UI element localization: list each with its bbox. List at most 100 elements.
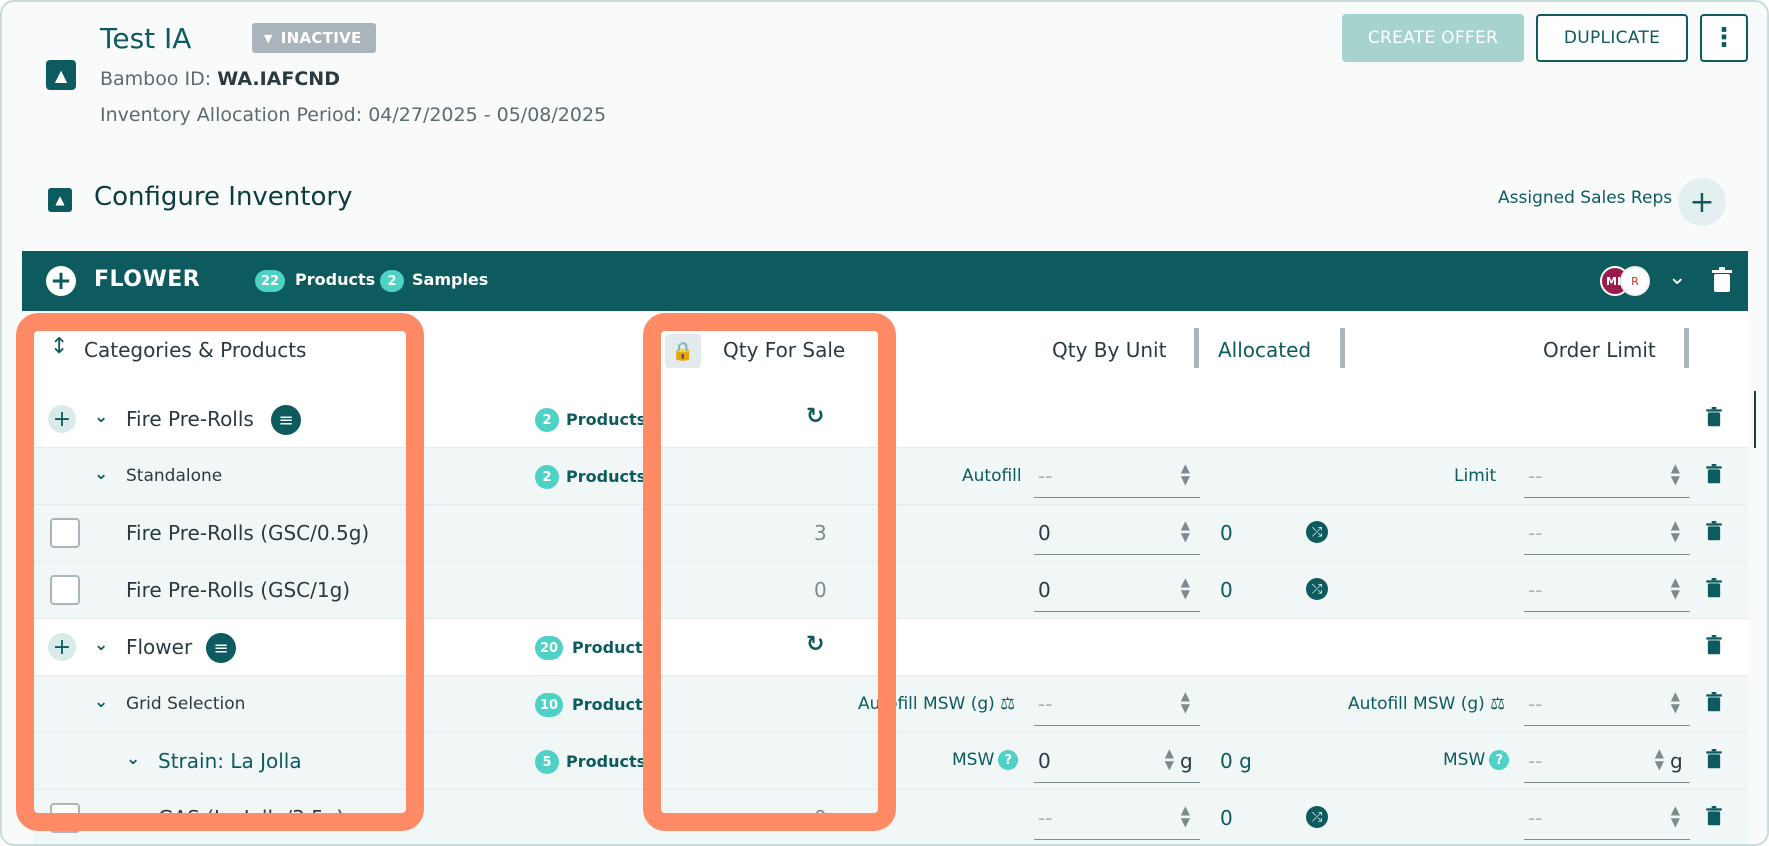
kebab-menu-icon: ⋮	[1710, 23, 1738, 53]
list-icon[interactable]: ≡	[271, 405, 301, 435]
product-row: GAS (La Jolla/3.5g) 0 -- ▲ ▼ 0 ⤮ -- ▲ ▼	[34, 790, 1748, 844]
category-bar-flower: + FLOWER 22 Products 2 Samples ML R ⌄	[22, 251, 1748, 311]
add-product-plus-icon[interactable]: +	[46, 266, 76, 296]
autofill-msw-value: --	[1038, 692, 1053, 716]
order-limit-input[interactable]: -- ▲ ▼	[1524, 568, 1690, 612]
qty-for-sale-value: 3	[814, 521, 827, 545]
qty-for-sale-value: 0	[814, 806, 827, 830]
inventory-box-icon: ▲	[46, 60, 76, 90]
row-bracket	[1754, 391, 1756, 448]
chevron-down-icon[interactable]: ⌄	[126, 749, 140, 769]
stepper-icon[interactable]: ▲ ▼	[1181, 462, 1190, 486]
msw-input[interactable]: 0 ▲ ▼	[1034, 739, 1200, 783]
stepper-icon[interactable]: ▲ ▼	[1181, 690, 1190, 714]
lock-icon[interactable]: 🔒	[665, 334, 701, 368]
avatar[interactable]: R	[1620, 266, 1650, 296]
column-divider	[1684, 328, 1689, 368]
help-icon[interactable]: ?	[1489, 750, 1510, 770]
product-count-pill: 2	[535, 465, 559, 489]
product-checkbox[interactable]	[50, 575, 80, 605]
stepper-icon[interactable]: ▲ ▼	[1181, 804, 1190, 828]
chevron-down-icon[interactable]: ⌄	[94, 464, 108, 484]
product-row: Fire Pre-Rolls (GSC/0.5g) 3 0 ▲ ▼ 0 ⤮ -- ▲ ▼	[34, 505, 1748, 562]
refresh-icon[interactable]: ↻	[806, 632, 824, 657]
stepper-icon[interactable]: ▲ ▼	[1671, 519, 1680, 543]
more-options-button[interactable]: ⋮	[1700, 14, 1748, 62]
autofill-input[interactable]: -- ▲ ▼	[1034, 454, 1200, 498]
order-limit-input[interactable]: -- ▲ ▼	[1524, 796, 1690, 840]
create-offer-button[interactable]: CREATE OFFER	[1342, 14, 1524, 62]
add-plus-icon[interactable]: +	[48, 633, 76, 661]
qty-by-unit-input[interactable]: 0 ▲ ▼	[1034, 511, 1200, 555]
column-header-categories: Categories & Products	[84, 338, 307, 362]
allocation-period: Inventory Allocation Period: 04/27/2025 …	[100, 104, 606, 126]
products-count-pill: 22	[255, 270, 286, 292]
trash-icon[interactable]	[1712, 267, 1732, 297]
limit-input[interactable]: -- ▲ ▼	[1524, 454, 1690, 498]
bamboo-id-value: WA.IAFCND	[217, 68, 340, 90]
chevron-down-icon[interactable]: ⌄	[94, 407, 108, 427]
qty-by-unit-input[interactable]: 0 ▲ ▼	[1034, 568, 1200, 612]
qty-by-unit-input[interactable]: -- ▲ ▼	[1034, 796, 1200, 840]
limit-msw-text: MSW	[1443, 750, 1486, 770]
allocation-period-value: 04/27/2025 - 05/08/2025	[368, 104, 607, 126]
msw-text: MSW	[952, 750, 995, 770]
trash-icon[interactable]	[1706, 464, 1722, 488]
category-title: FLOWER	[94, 267, 201, 292]
duplicate-button[interactable]: DUPLICATE	[1536, 14, 1688, 62]
subcategory-row: ⌄ Grid Selection 10 Products Autofill MS…	[34, 676, 1748, 733]
stepper-icon[interactable]: ▲ ▼	[1181, 519, 1190, 543]
shuffle-icon[interactable]: ⤮	[1306, 578, 1328, 600]
stepper-icon[interactable]: ▲ ▼	[1165, 747, 1174, 771]
column-header-order-limit: Order Limit	[1543, 338, 1656, 362]
stepper-icon[interactable]: ▲ ▼	[1181, 576, 1190, 600]
trash-icon[interactable]	[1706, 692, 1722, 716]
stepper-icon[interactable]: ▲ ▼	[1671, 576, 1680, 600]
product-count-label: Products	[566, 410, 647, 429]
stepper-icon[interactable]: ▲ ▼	[1671, 690, 1680, 714]
limit-msw-input[interactable]: -- ▲ ▼	[1524, 739, 1690, 783]
trash-icon[interactable]	[1706, 578, 1722, 602]
limit-autofill-msw-label: Autofill MSW (g) ⚖	[1348, 694, 1505, 714]
autofill-msw-text: Autofill MSW (g)	[858, 694, 995, 714]
column-divider	[1340, 328, 1345, 368]
qty-for-sale-value: 0	[814, 578, 827, 602]
autofill-value: --	[1038, 464, 1053, 488]
product-count-pill: 5	[535, 750, 559, 774]
product-name: GAS (La Jolla/3.5g)	[158, 806, 345, 830]
limit-value: --	[1528, 464, 1543, 488]
allocated-value: 0	[1220, 521, 1233, 545]
help-icon[interactable]: ?	[998, 750, 1019, 770]
stepper-icon[interactable]: ▲ ▼	[1671, 462, 1680, 486]
add-sales-rep-button[interactable]: +	[1678, 178, 1726, 226]
autofill-msw-input[interactable]: -- ▲ ▼	[1034, 682, 1200, 726]
chevron-down-icon[interactable]: ⌄	[94, 692, 108, 712]
refresh-icon[interactable]: ↻	[806, 404, 824, 429]
collapse-all-icon[interactable]: ↕	[50, 336, 68, 358]
chevron-down-icon[interactable]: ⌄	[1668, 265, 1686, 290]
product-checkbox[interactable]	[50, 803, 80, 833]
trash-icon[interactable]	[1706, 407, 1722, 431]
trash-icon[interactable]	[1706, 749, 1722, 773]
product-count-label: Products	[566, 467, 647, 486]
add-plus-icon[interactable]: +	[48, 405, 76, 433]
configure-box-icon: ▲	[48, 188, 72, 212]
stepper-icon[interactable]: ▲ ▼	[1655, 747, 1664, 771]
order-limit-input[interactable]: -- ▲ ▼	[1524, 511, 1690, 555]
trash-icon[interactable]	[1706, 806, 1722, 830]
chevron-down-icon[interactable]: ⌄	[94, 635, 108, 655]
shuffle-icon[interactable]: ⤮	[1306, 521, 1328, 543]
limit-autofill-msw-input[interactable]: -- ▲ ▼	[1524, 682, 1690, 726]
product-count-pill: 20	[535, 636, 564, 660]
trash-icon[interactable]	[1706, 521, 1722, 545]
stepper-icon[interactable]: ▲ ▼	[1671, 804, 1680, 828]
trash-icon[interactable]	[1706, 635, 1722, 659]
product-checkbox[interactable]	[50, 518, 80, 548]
allocated-value: 0 g	[1220, 749, 1252, 773]
list-icon[interactable]: ≡	[206, 633, 236, 663]
shuffle-icon[interactable]: ⤮	[1306, 806, 1328, 828]
order-limit-value: --	[1528, 521, 1543, 545]
status-dropdown[interactable]: ▼ INACTIVE	[252, 23, 376, 53]
limit-autofill-msw-value: --	[1528, 692, 1543, 716]
column-header-qty-for-sale: Qty For Sale	[723, 338, 846, 362]
